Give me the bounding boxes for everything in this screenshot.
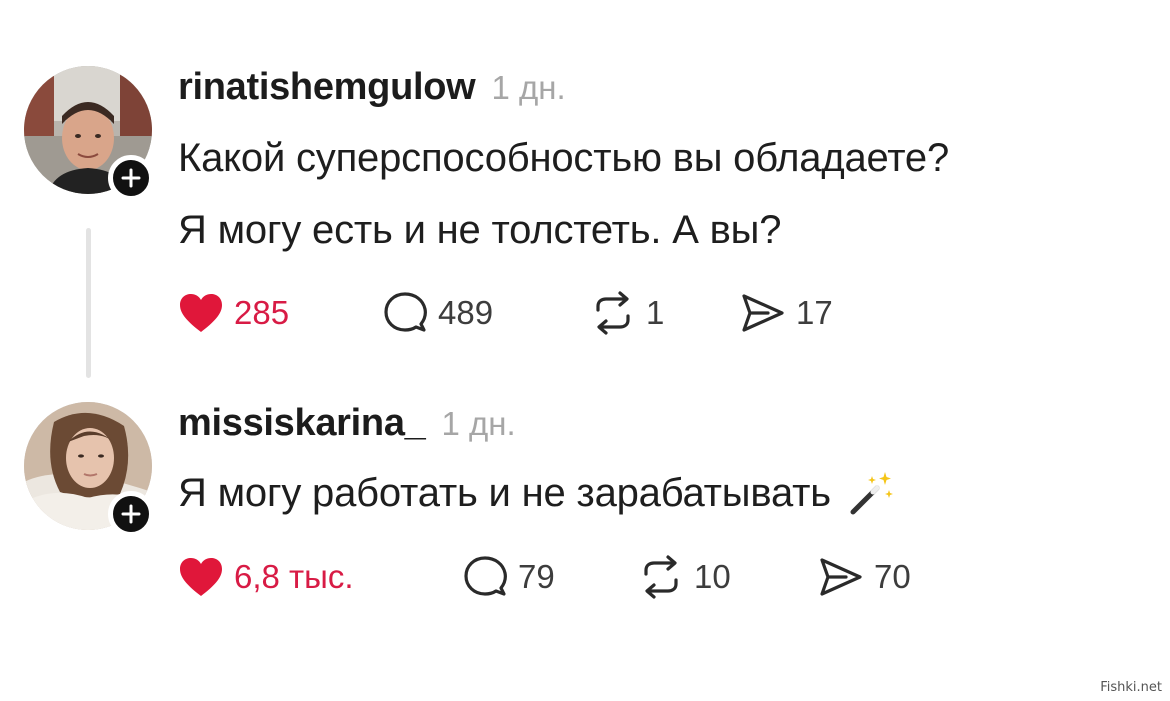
share-count: 17 [796,294,833,331]
username[interactable]: missiskarina_ [178,402,426,445]
post-text-line-2: Я могу есть и не толстеть. А вы? [178,208,782,252]
share-button[interactable]: 70 [818,552,911,602]
heart-filled-icon [180,558,222,596]
like-button[interactable]: 285 [178,288,289,338]
repost-count: 1 [646,294,665,331]
post-text-line-1: Я могу работать и не зарабатывать [178,470,831,515]
like-count: 285 [234,294,290,331]
share-button[interactable]: 17 [740,288,833,338]
thread-connector-line [86,228,91,378]
share-count: 70 [874,558,911,595]
heart-filled-icon [180,294,222,332]
follow-plus-button[interactable] [108,491,154,537]
plus-icon [121,504,141,524]
watermark: Fishki.net [1100,680,1162,695]
reply-count: 79 [518,558,555,595]
post-header: rinatishemgulow 1 дн. [178,66,566,109]
repost-button[interactable]: 1 [590,288,664,338]
send-paper-plane-icon [742,294,784,332]
follow-plus-button[interactable] [108,155,154,201]
comment-bubble-icon [384,292,427,332]
username[interactable]: rinatishemgulow [178,66,476,109]
like-count: 6,8 тыс. [234,558,354,595]
repost-button[interactable]: 10 [638,552,731,602]
post-2: missiskarina_ 1 дн. Я могу работать и не… [0,380,1170,640]
repost-count: 10 [694,558,731,595]
reply-button[interactable]: 79 [462,552,555,602]
comment-bubble-icon [464,556,507,596]
post-header: missiskarina_ 1 дн. [178,402,516,445]
post-1: rinatishemgulow 1 дн. Какой суперспособн… [0,0,1170,380]
send-paper-plane-icon [820,558,862,596]
plus-icon [121,168,141,188]
post-text: Я могу работать и не зарабатывать [178,468,895,518]
post-time: 1 дн. [441,405,516,442]
reply-button[interactable]: 489 [382,288,493,338]
post-time: 1 дн. [491,69,566,106]
magic-wand-emoji-icon [850,472,893,515]
like-button[interactable]: 6,8 тыс. [178,552,354,602]
repost-icon [596,291,630,335]
reply-count: 489 [438,294,494,331]
repost-icon [644,555,678,599]
post-text-line-1: Какой суперспособностью вы обладаете? [178,136,949,180]
